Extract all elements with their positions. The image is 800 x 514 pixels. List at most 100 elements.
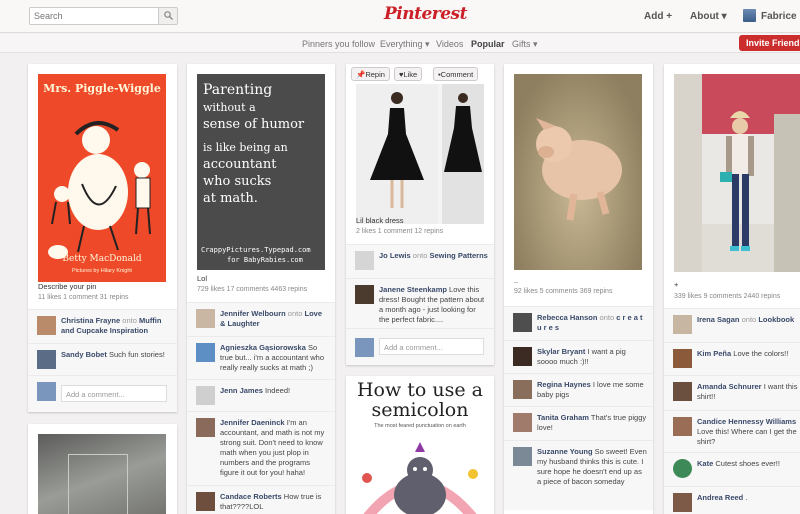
avatar[interactable] <box>673 382 692 401</box>
avatar[interactable] <box>673 315 692 334</box>
pin-image[interactable] <box>356 84 484 224</box>
user-name[interactable]: Andrea Reed <box>697 493 743 502</box>
pin-activity: Christina Frayne onto Muffin and Cupcake… <box>28 309 177 343</box>
user-name[interactable]: Sandy Bobet <box>61 350 107 359</box>
search-box[interactable] <box>29 7 178 25</box>
user-name[interactable]: Jenn James <box>220 386 263 395</box>
user-name[interactable]: Rebecca Hanson <box>537 313 597 322</box>
nav-videos[interactable]: Videos <box>436 39 463 49</box>
pin-description: Lil black dress <box>356 216 404 225</box>
repin-icon: 📌 <box>356 70 366 79</box>
user-avatar[interactable] <box>743 9 756 22</box>
top-header: Pinterest Add + About ▾ Fabrice <box>0 0 800 33</box>
avatar[interactable] <box>355 285 374 304</box>
like-button[interactable]: ♥Like <box>394 67 423 81</box>
credit-line-2: for BabyRabies.com <box>227 256 303 264</box>
infographic-title: How to use a semicolon <box>356 379 484 421</box>
board-link[interactable]: Sewing Patterns <box>429 251 487 260</box>
avatar[interactable] <box>196 492 215 511</box>
comment-button[interactable]: ▪Comment <box>433 67 479 81</box>
shower-frame <box>68 454 128 514</box>
pin-image[interactable] <box>38 434 166 514</box>
avatar[interactable] <box>355 251 374 270</box>
pin-card[interactable]: Mrs. Piggle-Wiggle Betty MacDonald Pictu… <box>28 64 177 412</box>
nav-pinners-you-follow[interactable]: Pinners you follow <box>302 39 375 49</box>
user-name[interactable]: Janene Steenkamp <box>379 285 447 294</box>
category-nav: Pinners you follow Everything ▾ Videos P… <box>0 34 800 53</box>
user-menu[interactable]: Fabrice <box>761 11 797 22</box>
pin-image[interactable]: Mrs. Piggle-Wiggle Betty MacDonald Pictu… <box>38 74 166 282</box>
avatar[interactable] <box>673 493 692 512</box>
pin-card[interactable]: Parenting without a sense of humor is li… <box>187 64 335 514</box>
pin-card[interactable]: + 339 likes 9 comments 2440 repins Irena… <box>664 64 800 514</box>
repin-button[interactable]: 📌Repin <box>351 67 390 81</box>
invite-friends-button[interactable]: Invite Friends <box>739 35 800 51</box>
like-label: Like <box>403 70 418 79</box>
avatar[interactable] <box>196 418 215 437</box>
user-name[interactable]: Tanita Graham <box>537 413 589 422</box>
nav-popular[interactable]: Popular <box>471 39 505 49</box>
user-name[interactable]: Regina Haynes <box>537 380 591 389</box>
comment: Suzanne Young So sweet! Even my husband … <box>504 440 653 510</box>
comment: Jenn James Indeed! <box>187 379 335 411</box>
comment-text: Love the colors!! <box>733 349 789 358</box>
avatar[interactable] <box>673 417 692 436</box>
avatar[interactable] <box>196 309 215 328</box>
pin-image[interactable]: How to use a semicolon The most feared p… <box>355 380 485 514</box>
add-comment-input[interactable]: Add a comment... <box>379 338 484 355</box>
user-name[interactable]: Jennifer Daeninck <box>220 418 285 427</box>
search-input[interactable] <box>30 8 158 24</box>
user-name[interactable]: Amanda Schnurer <box>697 382 762 391</box>
user-name[interactable]: Irena Sagan <box>697 315 740 324</box>
avatar[interactable] <box>513 380 532 399</box>
comment: Amanda Schnurer I want this shirt!! <box>664 375 800 410</box>
pinterest-logo[interactable]: Pinterest <box>384 4 467 24</box>
avatar[interactable] <box>196 343 215 362</box>
nav-gifts[interactable]: Gifts ▾ <box>512 39 538 50</box>
avatar[interactable] <box>513 413 532 432</box>
avatar[interactable] <box>513 447 532 466</box>
search-button[interactable] <box>158 8 177 24</box>
user-name[interactable]: Skylar Bryant <box>537 347 585 356</box>
avatar[interactable] <box>673 459 692 478</box>
avatar[interactable] <box>673 349 692 368</box>
pin-card[interactable]: 📌Repin ♥Like ▪Comment Lil black dress 2 … <box>346 64 494 365</box>
avatar[interactable] <box>196 386 215 405</box>
dress-photo <box>356 84 484 224</box>
user-name[interactable]: Agnieszka Gąsiorowska <box>220 343 306 352</box>
avatar[interactable] <box>37 350 56 369</box>
user-name[interactable]: Suzanne Young <box>537 447 593 456</box>
pin-activity: Jennifer Welbourn onto Love & Laughter <box>187 302 335 336</box>
avatar[interactable] <box>37 316 56 335</box>
user-name[interactable]: Jo Lewis <box>379 251 411 260</box>
pin-stats: 729 likes 17 comments 4463 repins <box>197 286 308 293</box>
infographic-subtitle: The most feared punctuation on earth <box>374 423 466 429</box>
comment: Agnieszka Gąsiorowska So true but... i'm… <box>187 336 335 379</box>
board-link[interactable]: Lookbook <box>758 315 794 324</box>
pin-image[interactable] <box>514 74 642 270</box>
comment-text: Love this! Where can I get the shirt? <box>697 427 797 446</box>
user-name[interactable]: Candice Hennessy Williams <box>697 417 796 426</box>
pin-card[interactable] <box>28 424 177 514</box>
avatar[interactable] <box>513 347 532 366</box>
nav-everything[interactable]: Everything ▾ <box>380 39 430 50</box>
pin-card[interactable]: .. 92 likes 5 comments 369 repins Rebecc… <box>504 64 653 514</box>
elephant-illustration <box>362 442 478 514</box>
user-name[interactable]: Candace Roberts <box>220 492 282 501</box>
pin-image[interactable] <box>674 74 800 272</box>
user-name[interactable]: Kate <box>697 459 713 468</box>
comment: Regina Haynes I love me some baby pigs <box>504 373 653 406</box>
comment: Skylar Bryant I want a pig soooo much :)… <box>504 340 653 373</box>
avatar[interactable] <box>513 313 532 332</box>
pin-card[interactable]: How to use a semicolon The most feared p… <box>346 376 494 514</box>
comment: Sandy Bobet Such fun stories! <box>28 343 177 375</box>
add-comment-row: Add a comment... <box>346 328 494 365</box>
user-name[interactable]: Christina Frayne <box>61 316 120 325</box>
about-menu[interactable]: About ▾ <box>690 11 727 22</box>
onto-label: onto <box>741 315 757 324</box>
add-comment-input[interactable]: Add a comment... <box>61 385 167 402</box>
user-name[interactable]: Kim Peña <box>697 349 731 358</box>
user-name[interactable]: Jennifer Welbourn <box>220 309 286 318</box>
add-menu[interactable]: Add + <box>644 11 672 22</box>
pin-image[interactable]: Parenting without a sense of humor is li… <box>197 74 325 270</box>
